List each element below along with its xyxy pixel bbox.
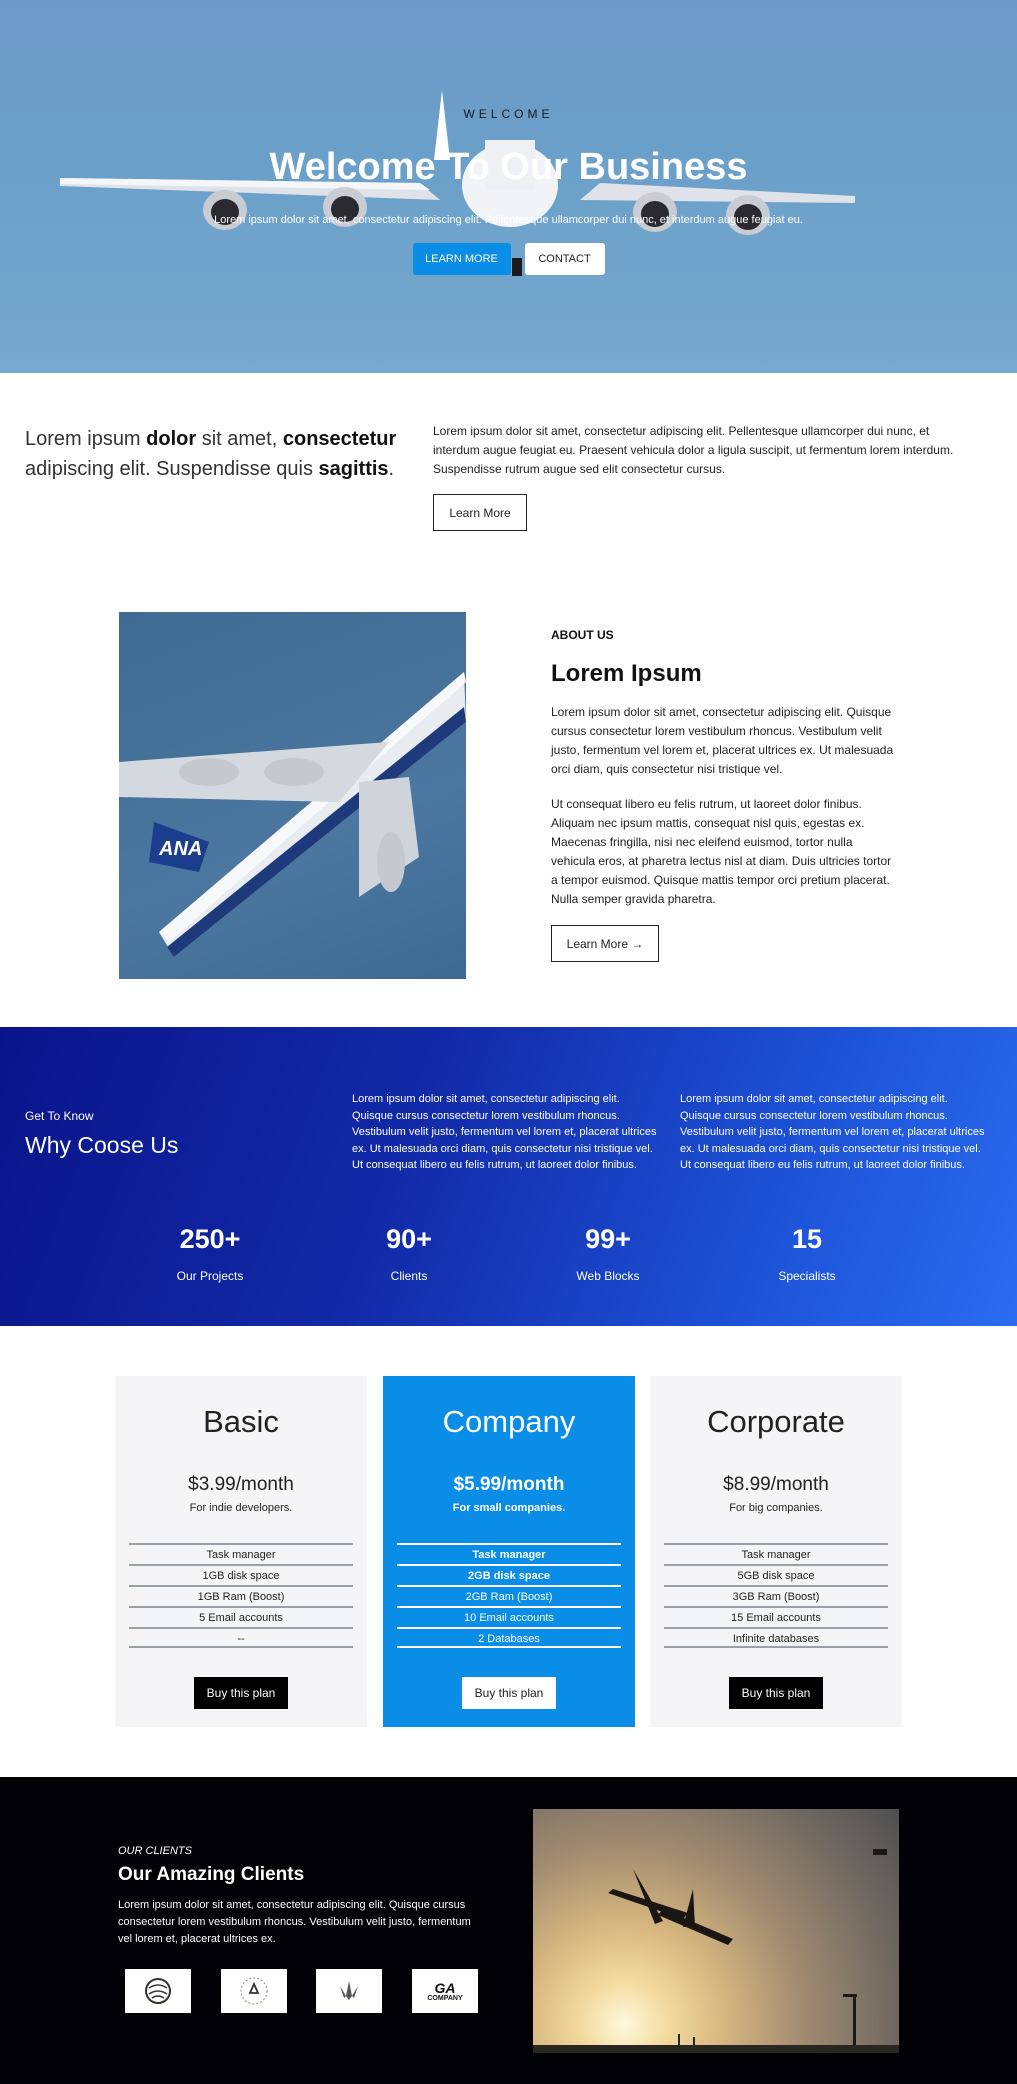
about-label: ABOUT US: [551, 628, 614, 642]
plan-price: $5.99/month: [453, 1474, 565, 1495]
plan-feature: 5 Email accounts: [129, 1606, 353, 1627]
client-logo-3[interactable]: [316, 1969, 382, 2013]
plan-price: $3.99/month: [188, 1474, 294, 1495]
globe-logo-icon: [145, 1978, 171, 2004]
hero-welcome-label: WELCOME: [463, 107, 554, 121]
about-title: Lorem Ipsum: [551, 660, 702, 687]
plan-feature: Infinite databases: [664, 1627, 888, 1648]
plan-name: Basic: [203, 1404, 279, 1439]
stat-number: 250+: [179, 1224, 241, 1254]
plan-feature-list: Task manager 5GB disk space 3GB Ram (Boo…: [664, 1543, 888, 1648]
why-paragraph-1: Lorem ipsum dolor sit amet, consectetur …: [352, 1093, 657, 1171]
why-choose-us-section: Get To Know Why Coose Us Lorem ipsum dol…: [0, 1027, 1017, 1326]
plan-feature: Task manager: [664, 1543, 888, 1564]
stat-number: 15: [791, 1224, 823, 1254]
ana-tail-text: ANA: [158, 838, 202, 860]
hero-subtitle: Lorem ipsum dolor sit amet, consectetur …: [214, 214, 803, 226]
pricing-card-corporate: Corporate $8.99/month For big companies.…: [650, 1376, 902, 1727]
plan-feature: 1GB disk space: [129, 1564, 353, 1585]
hero-buttons: LEARN MORE CONTACT: [0, 243, 1017, 275]
pricing-card-company: Company $5.99/month For small companies.…: [383, 1376, 635, 1727]
stat-projects: 250+ Our Projects: [140, 1224, 280, 1283]
buy-company-plan-button[interactable]: Buy this plan: [462, 1677, 556, 1709]
plan-feature: --: [129, 1627, 353, 1648]
about-paragraph-2: Ut consequat libero eu felis rutrum, ut …: [551, 797, 892, 906]
stat-number: 90+: [386, 1224, 432, 1254]
intro-lead-text: Lorem ipsum dolor sit amet, consectetur …: [25, 428, 397, 480]
logo-text-company: COMPANY: [427, 1994, 463, 2002]
client-logo-4[interactable]: GA COMPANY: [412, 1969, 478, 2013]
why-paragraph-2: Lorem ipsum dolor sit amet, consectetur …: [680, 1093, 985, 1171]
intro-paragraph: Lorem ipsum dolor sit amet, consectetur …: [433, 424, 954, 476]
plan-feature: 2 Databases: [397, 1627, 621, 1648]
hero-title: Welcome To Our Business: [269, 146, 748, 188]
stat-label: Our Projects: [176, 1269, 244, 1283]
why-title: Why Coose Us: [25, 1132, 179, 1158]
plan-feature: 10 Email accounts: [397, 1606, 621, 1627]
plan-name: Corporate: [707, 1404, 845, 1439]
stat-label: Web Blocks: [576, 1269, 640, 1283]
plan-feature: 2GB Ram (Boost): [397, 1585, 621, 1606]
clients-paragraph: Lorem ipsum dolor sit amet, consectetur …: [118, 1899, 471, 1945]
buy-basic-plan-button[interactable]: Buy this plan: [194, 1677, 288, 1709]
stat-web-blocks: 99+ Web Blocks: [538, 1224, 678, 1283]
plan-feature: 15 Email accounts: [664, 1606, 888, 1627]
plan-feature-list: Task manager 2GB disk space 2GB Ram (Boo…: [397, 1543, 621, 1648]
about-learn-more-button[interactable]: Learn More →: [551, 925, 659, 962]
stat-clients: 90+ Clients: [339, 1224, 479, 1283]
client-logo-2[interactable]: [221, 1969, 287, 2013]
clients-section: OUR CLIENTS Our Amazing Clients Lorem ip…: [0, 1777, 1017, 2084]
plan-feature: 3GB Ram (Boost): [664, 1585, 888, 1606]
plan-feature: 5GB disk space: [664, 1564, 888, 1585]
stat-label: Clients: [390, 1269, 428, 1283]
plan-description: For big companies.: [729, 1502, 823, 1514]
clients-airplane-sunset-image: [533, 1809, 899, 2053]
plan-description: For indie developers.: [189, 1502, 293, 1514]
buy-corporate-plan-button[interactable]: Buy this plan: [729, 1677, 823, 1709]
plan-feature: 1GB Ram (Boost): [129, 1585, 353, 1606]
why-eyebrow: Get To Know: [25, 1109, 94, 1123]
leaf-logo-icon: [340, 1981, 358, 2000]
pricing-card-basic: Basic $3.99/month For indie developers. …: [115, 1376, 367, 1727]
stat-specialists: 15 Specialists: [737, 1224, 877, 1283]
plan-feature-list: Task manager 1GB disk space 1GB Ram (Boo…: [129, 1543, 353, 1648]
triskele-logo-icon: [240, 1977, 268, 2005]
plan-price: $8.99/month: [723, 1474, 829, 1495]
logo-text-ga: GA: [434, 1979, 456, 1996]
clients-title: Our Amazing Clients: [118, 1864, 305, 1885]
learn-more-button[interactable]: LEARN MORE: [412, 243, 511, 275]
about-airplane-image: ANA: [119, 612, 466, 979]
about-paragraph-1: Lorem ipsum dolor sit amet, consectetur …: [551, 705, 894, 776]
contact-button[interactable]: CONTACT: [524, 243, 605, 275]
client-logo-1[interactable]: [125, 1969, 191, 2013]
stat-number: 99+: [585, 1224, 631, 1254]
plan-feature: Task manager: [397, 1543, 621, 1564]
plan-feature: Task manager: [129, 1543, 353, 1564]
plan-feature: 2GB disk space: [397, 1564, 621, 1585]
stat-label: Specialists: [778, 1269, 836, 1283]
plan-description: For small companies.: [452, 1502, 566, 1514]
hero-section: WELCOME Welcome To Our Business Lorem ip…: [0, 0, 1017, 373]
intro-learn-more-button[interactable]: Learn More: [433, 494, 527, 531]
plan-name: Company: [442, 1404, 576, 1439]
clients-eyebrow: OUR CLIENTS: [118, 1845, 192, 1857]
